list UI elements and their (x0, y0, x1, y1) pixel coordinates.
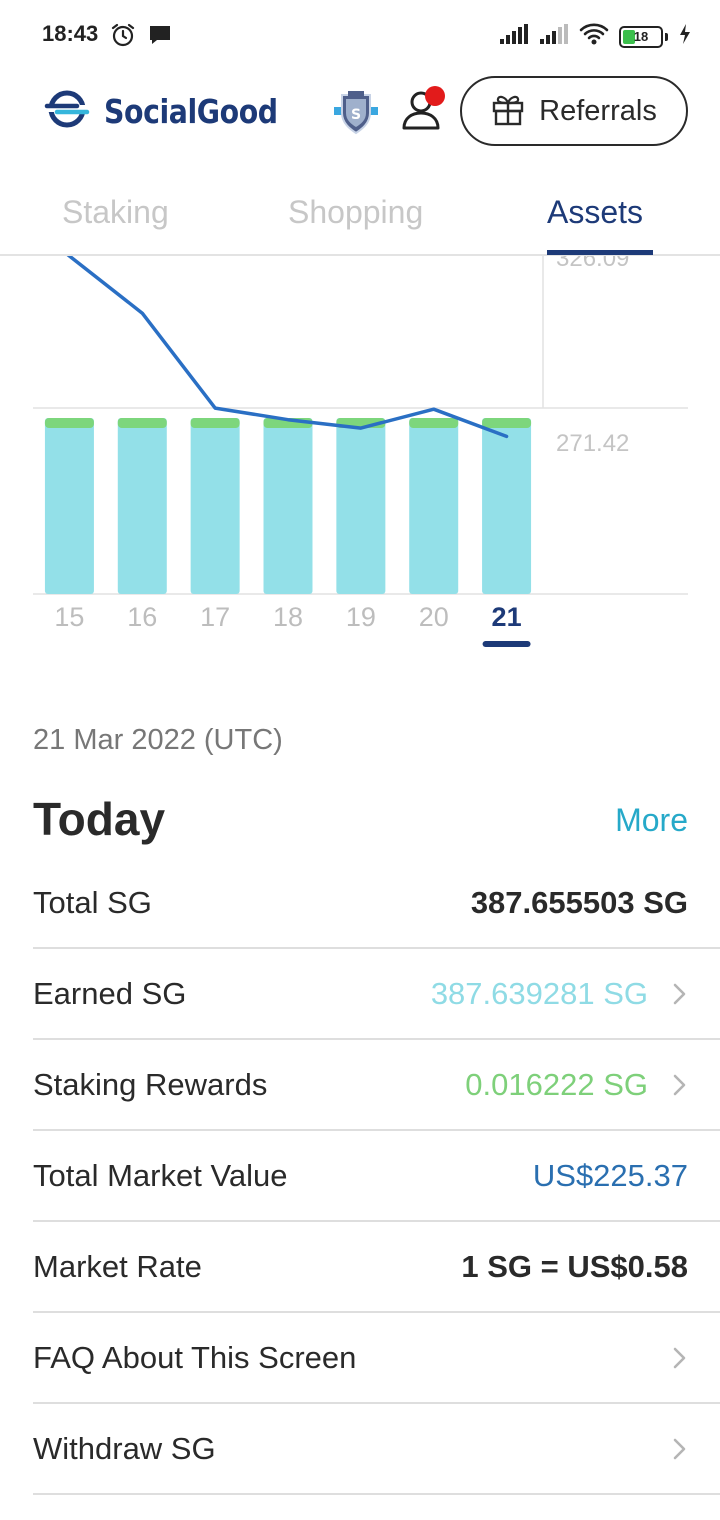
x-tick-label[interactable]: 21 (492, 602, 522, 632)
selected-day-indicator (482, 641, 531, 647)
row-total-market-value: Total Market Value US$225.37 (33, 1131, 720, 1222)
bar-cap (44, 418, 94, 428)
row-earned-sg[interactable]: Earned SG 387.639281 SG (33, 949, 720, 1040)
bar (409, 418, 459, 594)
battery-icon: 18 (619, 25, 663, 48)
row-value: US$225.37 (532, 1157, 688, 1193)
bar (482, 418, 532, 594)
referrals-button[interactable]: Referrals (460, 76, 688, 146)
chevron-right-icon (672, 1346, 688, 1375)
y-tick-label: 326.09 (556, 256, 629, 272)
bar (190, 418, 240, 594)
series-line (66, 256, 509, 439)
message-icon (148, 24, 172, 51)
brand-logo[interactable]: SocialGood (44, 90, 306, 133)
bar-cap (190, 418, 240, 428)
bar-20[interactable] (409, 418, 459, 594)
row-label: FAQ About This Screen (33, 1339, 357, 1375)
section-title: Today (33, 793, 166, 845)
gift-icon (491, 92, 525, 131)
bar-18[interactable] (263, 418, 313, 594)
status-indicators: 18 (499, 22, 692, 51)
more-link[interactable]: More (615, 802, 688, 839)
row-market-rate: Market Rate 1 SG = US$0.58 (33, 1222, 720, 1313)
row-withdraw-sg[interactable]: Withdraw SG (33, 1404, 720, 1495)
status-bar: 18:43 18 (0, 0, 720, 70)
chevron-right-icon (672, 982, 688, 1011)
x-tick-label[interactable]: 20 (419, 602, 449, 632)
referrals-label: Referrals (539, 94, 657, 127)
row-value: 0.016222 SG (465, 1066, 648, 1102)
battery-level: 18 (633, 29, 649, 44)
tab-shopping[interactable]: Shopping (288, 194, 423, 231)
tab-staking[interactable]: Staking (62, 194, 169, 231)
bar-cap (482, 418, 532, 428)
brand-name: SocialGood (104, 92, 278, 131)
bar-cap (409, 418, 459, 428)
signal-icon (499, 23, 529, 50)
shield-badge-icon[interactable]: S (330, 87, 382, 144)
active-tab-indicator (547, 250, 653, 255)
y-tick-label: 271.42 (556, 430, 629, 457)
app-header: SocialGood S Referrals (0, 70, 720, 160)
assets-chart[interactable]: 326.09 271.42 15 16 17 18 19 20 21 (0, 256, 720, 656)
selected-date: 21 Mar 2022 (UTC) (33, 724, 283, 756)
alarm-icon (110, 22, 136, 53)
bar-17[interactable] (190, 418, 240, 594)
row-faq[interactable]: FAQ About This Screen (33, 1313, 720, 1404)
bar (263, 418, 313, 594)
chevron-right-icon (672, 1437, 688, 1466)
bar-16[interactable] (117, 418, 167, 594)
charging-icon (678, 23, 692, 50)
asset-summary-list: Total SG 387.655503 SG Earned SG 387.639… (33, 858, 720, 1495)
bar (336, 418, 386, 594)
bar-19[interactable] (336, 418, 386, 594)
row-label: Staking Rewards (33, 1066, 268, 1102)
bar (44, 418, 94, 594)
bar (117, 418, 167, 594)
notification-dot (425, 86, 445, 106)
row-total-sg: Total SG 387.655503 SG (33, 858, 720, 949)
chart-svg: 326.09 271.42 15 16 17 18 19 20 21 (33, 256, 688, 647)
row-value: 1 SG = US$0.58 (461, 1248, 688, 1284)
row-value: 387.639281 SG (430, 975, 648, 1011)
status-time: 18:43 (42, 21, 99, 46)
row-staking-rewards[interactable]: Staking Rewards 0.016222 SG (33, 1040, 720, 1131)
signal-weak-icon (539, 23, 569, 50)
main-tabs: Staking Shopping Assets (0, 180, 720, 256)
bar-cap (117, 418, 167, 428)
svg-text:S: S (351, 107, 361, 123)
row-label: Total Market Value (33, 1157, 288, 1193)
bar-15[interactable] (44, 418, 94, 594)
bar-21[interactable] (482, 418, 532, 594)
row-label: Earned SG (33, 975, 187, 1011)
x-tick-label[interactable]: 18 (273, 602, 303, 632)
chevron-right-icon (672, 1073, 688, 1102)
row-label: Total SG (33, 884, 152, 920)
wifi-icon (579, 22, 609, 51)
x-tick-label[interactable]: 15 (54, 602, 84, 632)
battery-cap (665, 32, 668, 41)
row-label: Market Rate (33, 1248, 202, 1284)
x-tick-label[interactable]: 16 (127, 602, 157, 632)
x-tick-label[interactable]: 17 (200, 602, 230, 632)
tab-assets[interactable]: Assets (547, 194, 643, 231)
row-value: 387.655503 SG (470, 884, 688, 920)
row-label: Withdraw SG (33, 1430, 216, 1466)
socialgood-logo-icon (44, 90, 90, 133)
x-tick-label[interactable]: 19 (346, 602, 376, 632)
